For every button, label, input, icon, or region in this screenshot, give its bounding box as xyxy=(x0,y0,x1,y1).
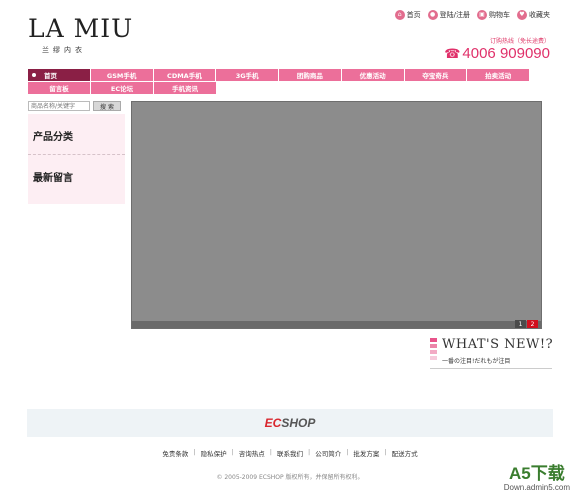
top-link-label: 购物车 xyxy=(489,11,510,19)
search-bar: 搜 索 xyxy=(28,101,121,111)
whats-new-title: WHAT'S NEW!? xyxy=(442,337,554,352)
nav-label: CDMA手机 xyxy=(167,72,202,80)
nav-label: 拍卖活动 xyxy=(485,72,512,80)
nav-item-cdma[interactable]: CDMA手机 xyxy=(153,69,217,82)
nav-item-guestbook[interactable]: 留言板 xyxy=(28,82,91,95)
nav-label: EC论坛 xyxy=(110,85,134,93)
whats-new-badge: WHAT'S NEW!? 一番の注目!だれもが注目 xyxy=(430,336,554,371)
logo-text: LA MIU xyxy=(28,14,134,43)
stripes-icon xyxy=(430,338,437,360)
nav-item-home[interactable]: 首页 xyxy=(28,69,91,82)
top-links: ⌂ 首页 ● 登陆/注册 ▣ 购物车 ♥ 收藏夹 xyxy=(394,10,550,20)
nav-item-gsm[interactable]: GSM手机 xyxy=(90,69,154,82)
nav-item-forum[interactable]: EC论坛 xyxy=(91,82,154,95)
nav-item-auction[interactable]: 拍卖活动 xyxy=(467,69,531,82)
nav-item-3g[interactable]: 3G手机 xyxy=(216,69,280,82)
footer-link-privacy[interactable]: 隐私保护 xyxy=(201,448,227,458)
watermark-logo: A5下载 xyxy=(509,464,565,483)
nav-row-2: 留言板 EC论坛 手机资讯 xyxy=(28,82,530,95)
footer-links: 免责条款 | 隐私保护 | 咨询热点 | 联系我们 | 公司简介 | 批发方案 | 配送方式 xyxy=(162,448,418,458)
top-link-favorites[interactable]: ♥ 收藏夹 xyxy=(517,10,550,20)
nav-label: 手机资讯 xyxy=(172,85,198,93)
hotline: 订购热线（免长途费） ☎ 4006 909090 xyxy=(444,36,550,63)
nav-item-treasure[interactable]: 夺宝奇兵 xyxy=(404,69,468,82)
cart-icon: ▣ xyxy=(477,10,487,20)
nav-label: 首页 xyxy=(44,72,57,80)
footer-link-about[interactable]: 公司简介 xyxy=(315,448,341,458)
footer-link-delivery[interactable]: 配送方式 xyxy=(392,448,418,458)
nav-label: GSM手机 xyxy=(106,72,137,80)
top-link-cart[interactable]: ▣ 购物车 xyxy=(477,10,510,20)
footer-link-disclaimer[interactable]: 免责条款 xyxy=(162,448,188,458)
user-icon: ● xyxy=(427,10,438,20)
messages-heading: 最新留言 xyxy=(33,173,73,184)
search-input[interactable] xyxy=(28,101,90,111)
hotline-number: 4006 909090 xyxy=(462,45,550,62)
banner-bottom-bar xyxy=(132,321,541,328)
search-button[interactable]: 搜 索 xyxy=(93,101,121,111)
ecshop-logo[interactable]: ECSHOP xyxy=(265,416,316,430)
active-dot-icon xyxy=(32,73,36,77)
banner-page-button-active[interactable]: 2 xyxy=(527,320,538,328)
top-link-login[interactable]: ● 登陆/注册 xyxy=(427,10,470,20)
nav-label: 团购商品 xyxy=(296,72,323,80)
banner-page-button[interactable]: 1 xyxy=(515,320,526,328)
footer-link-wholesale[interactable]: 批发方案 xyxy=(353,448,379,458)
nav-item-news[interactable]: 手机资讯 xyxy=(154,82,217,95)
watermark-url: Down.admin5.com xyxy=(503,483,570,492)
nav-label: 3G手机 xyxy=(235,72,259,80)
top-link-label: 首页 xyxy=(406,11,421,19)
top-link-label: 收藏夹 xyxy=(529,11,550,19)
watermark: A5下载 Down.admin5.com xyxy=(503,464,570,493)
top-link-home[interactable]: ⌂ 首页 xyxy=(394,10,421,20)
nav-item-promotions[interactable]: 优惠活动 xyxy=(341,69,405,82)
phone-icon: ☎ xyxy=(444,46,461,61)
banner-pager: 1 2 xyxy=(515,320,538,328)
nav-label: 夺宝奇兵 xyxy=(422,72,449,80)
site-logo[interactable]: LA MIU 兰缪内衣 xyxy=(28,14,133,55)
copyright-text: © 2005-2009 ECSHOP 版权所有，并保留所有权利。 xyxy=(216,474,364,481)
home-icon: ⌂ xyxy=(394,10,405,20)
nav-row-1: 首页 GSM手机 CDMA手机 3G手机 团购商品 优惠活动 夺宝奇兵 拍卖活动 xyxy=(28,69,531,82)
nav-label: 留言板 xyxy=(49,85,69,93)
footer-link-contact[interactable]: 联系我们 xyxy=(277,448,303,458)
main-nav: 首页 GSM手机 CDMA手机 3G手机 团购商品 优惠活动 夺宝奇兵 拍卖活动… xyxy=(28,69,531,95)
banner-slideshow[interactable]: 1 2 xyxy=(131,101,542,329)
nav-label: 优惠活动 xyxy=(359,72,386,80)
whats-new-underline xyxy=(430,368,552,369)
hotline-number-wrap: ☎ 4006 909090 xyxy=(444,45,550,63)
sidebar: 产品分类 最新留言 xyxy=(28,114,125,204)
hotline-label: 订购热线（免长途费） xyxy=(489,38,550,45)
whats-new-subtitle: 一番の注目!だれもが注目 xyxy=(442,358,511,365)
logo-subtitle: 兰缪内衣 xyxy=(42,46,86,54)
footer-link-hotspots[interactable]: 咨询热点 xyxy=(239,448,265,458)
nav-item-group-buy[interactable]: 团购商品 xyxy=(279,69,342,82)
category-heading: 产品分类 xyxy=(33,132,73,143)
footer-brand-band: ECSHOP xyxy=(27,409,553,437)
favorite-icon: ♥ xyxy=(517,10,527,20)
top-link-label: 登陆/注册 xyxy=(439,11,470,19)
